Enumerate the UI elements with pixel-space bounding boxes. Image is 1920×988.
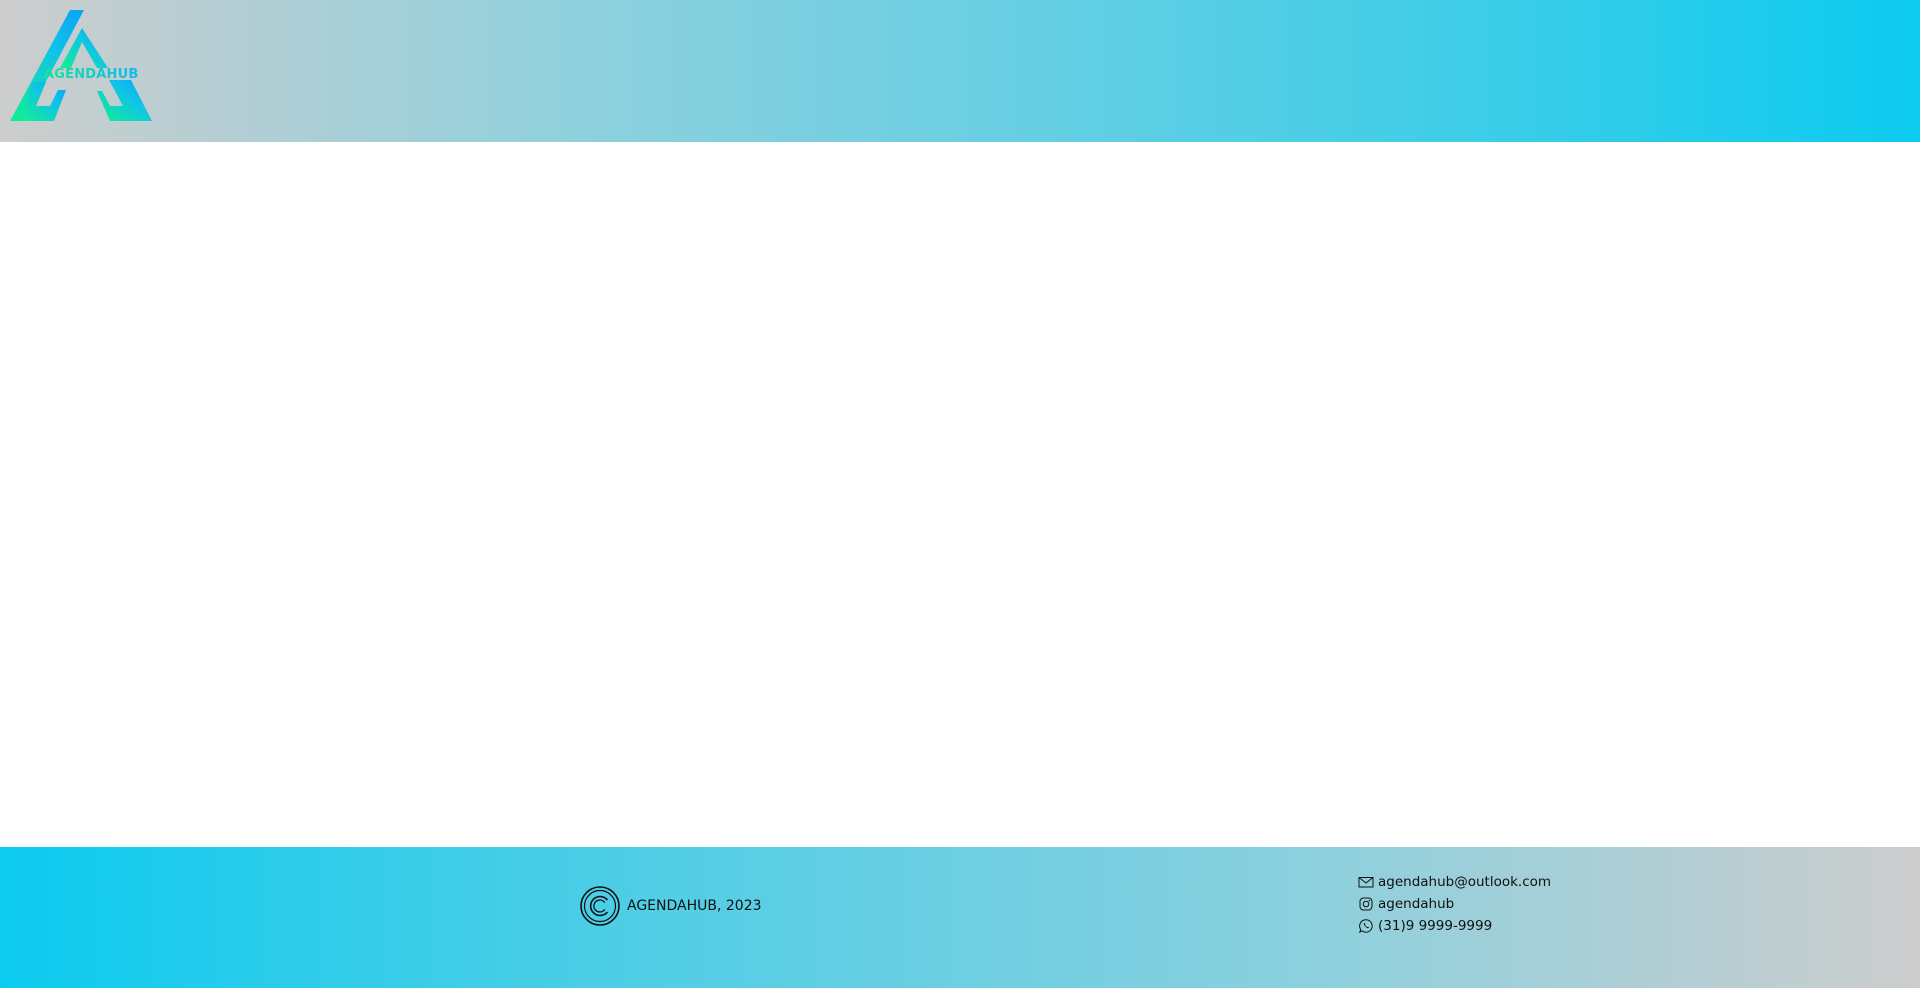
main-content bbox=[0, 142, 1920, 847]
logo-mark bbox=[10, 10, 152, 121]
whatsapp-icon bbox=[1358, 919, 1373, 933]
copyright-icon bbox=[580, 886, 620, 926]
site-header: AGENDAHUB bbox=[0, 0, 1920, 142]
instagram-icon bbox=[1359, 897, 1373, 911]
contact-email[interactable]: agendahub@outlook.com bbox=[1358, 873, 1551, 891]
site-footer: AGENDAHUB, 2023 agendahub@outlook.com ag… bbox=[0, 847, 1920, 988]
logo-text: AGENDAHUB bbox=[44, 67, 139, 82]
contact-list: agendahub@outlook.com agendahub (31)9 99… bbox=[1358, 873, 1551, 935]
contact-email-text[interactable]: agendahub@outlook.com bbox=[1378, 874, 1551, 890]
contact-instagram[interactable]: agendahub bbox=[1358, 895, 1551, 913]
copyright-text: AGENDAHUB, 2023 bbox=[627, 898, 762, 914]
mail-icon bbox=[1358, 877, 1374, 888]
contact-instagram-text[interactable]: agendahub bbox=[1378, 896, 1454, 912]
contact-whatsapp-text[interactable]: (31)9 9999-9999 bbox=[1378, 918, 1492, 934]
copyright: AGENDAHUB, 2023 bbox=[579, 885, 762, 927]
agendahub-logo[interactable]: AGENDAHUB bbox=[10, 10, 152, 122]
contact-whatsapp[interactable]: (31)9 9999-9999 bbox=[1358, 917, 1551, 935]
